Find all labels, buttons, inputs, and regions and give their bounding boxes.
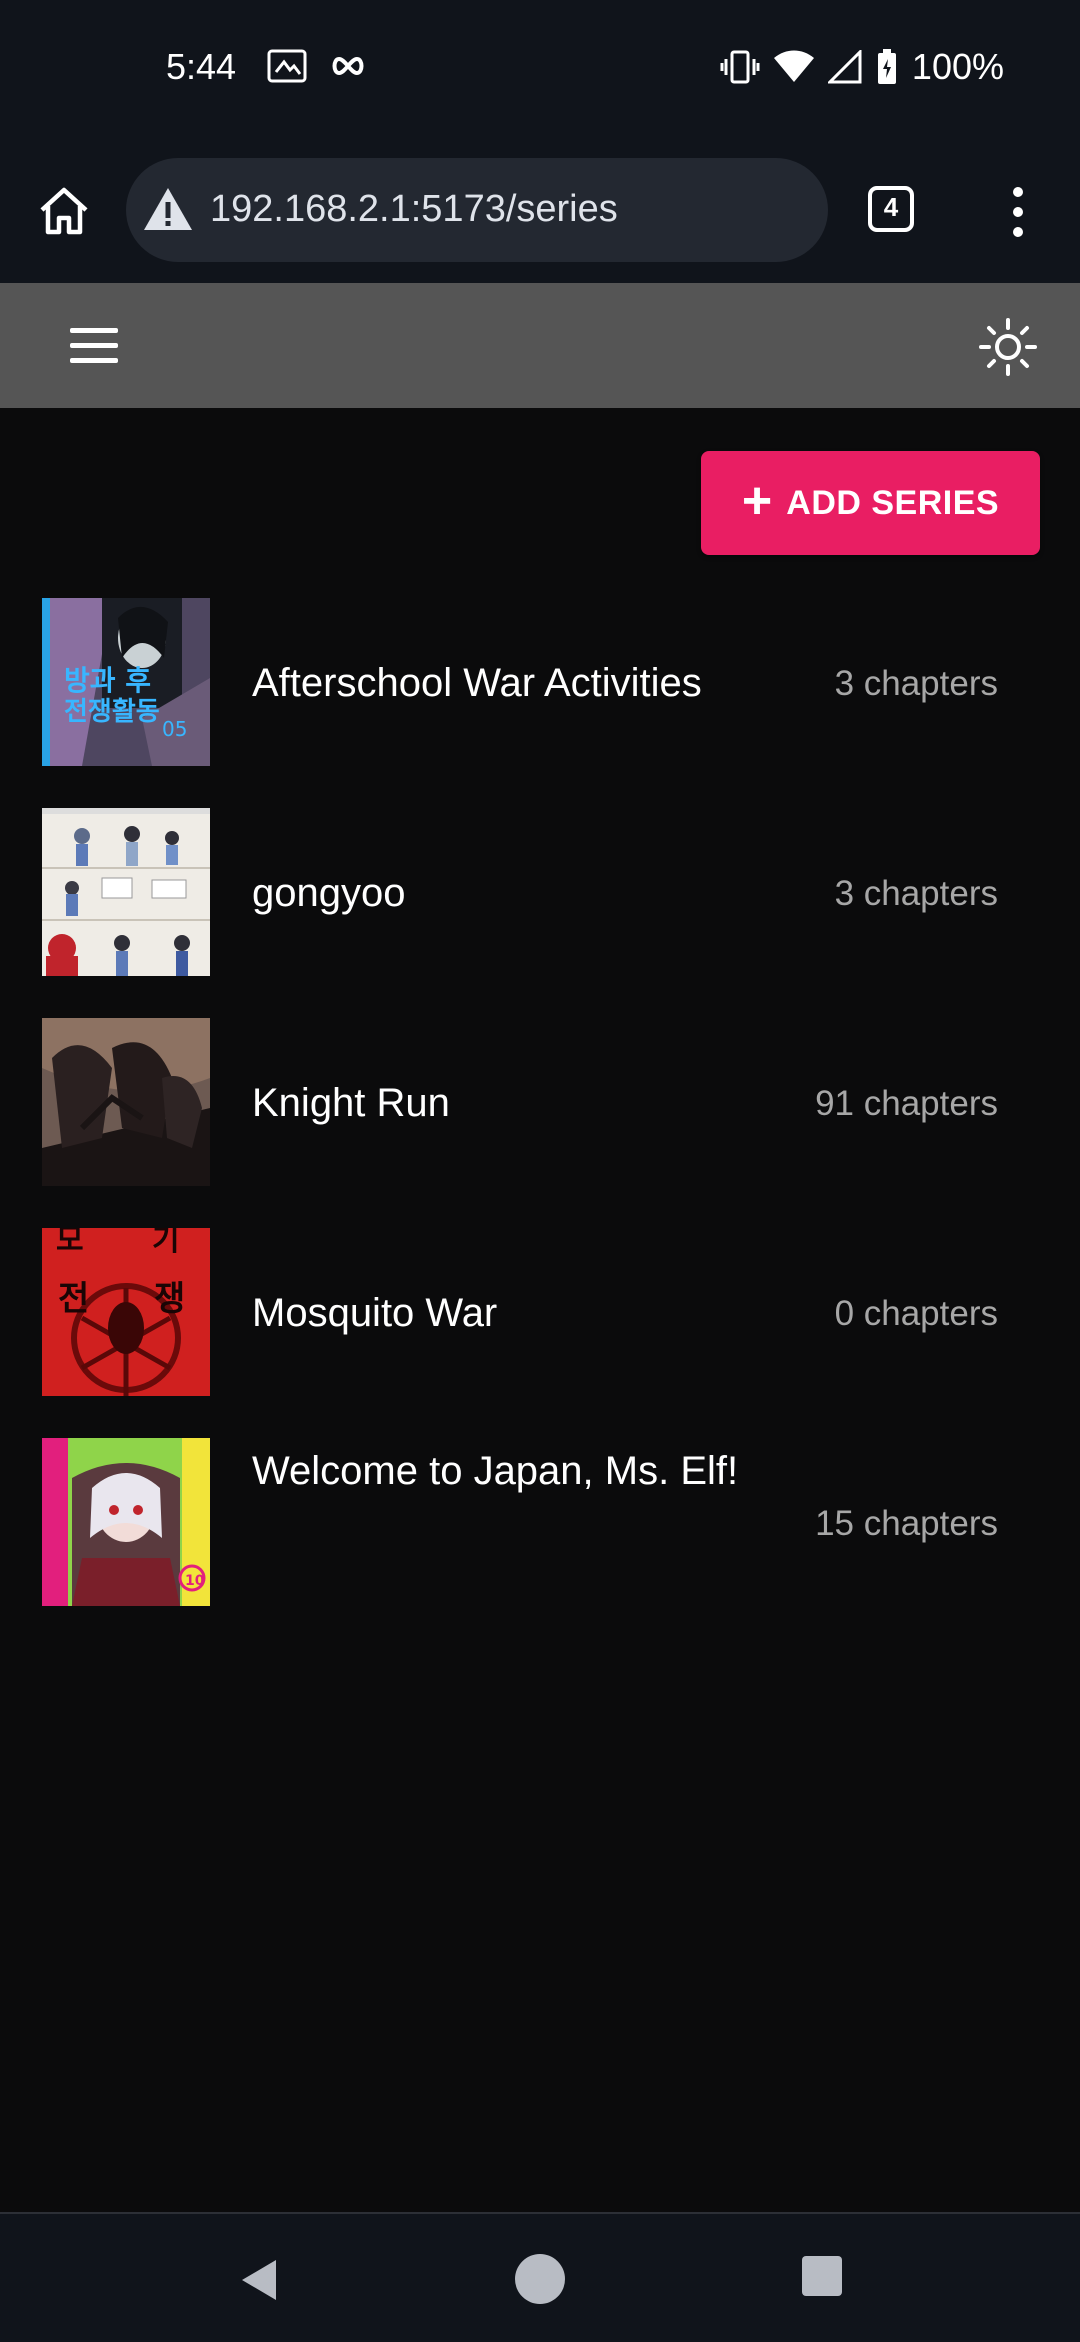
series-title[interactable]: Knight Run bbox=[252, 1072, 772, 1134]
series-cover: 방과 후 전쟁활동 05 bbox=[42, 598, 210, 766]
series-list: 방과 후 전쟁활동 05 Afterschool War Activities … bbox=[0, 578, 1080, 1628]
tab-count: 4 bbox=[883, 192, 899, 222]
plus-icon: + bbox=[741, 472, 773, 530]
add-series-label: ADD SERIES bbox=[786, 483, 1000, 522]
screenshot-icon bbox=[267, 49, 307, 83]
vibrate-icon bbox=[720, 50, 760, 84]
svg-text:05: 05 bbox=[162, 717, 187, 741]
home-nav-icon[interactable] bbox=[515, 2254, 565, 2304]
hamburger-icon[interactable] bbox=[66, 323, 122, 369]
svg-text:10: 10 bbox=[185, 1573, 205, 1589]
address-bar[interactable]: 192.168.2.1:5173/series bbox=[126, 158, 828, 262]
series-row[interactable]: 방과 후 전쟁활동 05 Afterschool War Activities … bbox=[0, 578, 1080, 788]
back-icon[interactable] bbox=[236, 2256, 284, 2304]
battery-percent: 100% bbox=[911, 46, 1004, 87]
svg-text:모: 모 bbox=[56, 1228, 84, 1258]
svg-text:방과 후: 방과 후 bbox=[64, 664, 151, 697]
system-nav-bar bbox=[0, 2212, 1080, 2342]
series-cover: 모 기 전 쟁 bbox=[42, 1228, 210, 1396]
series-row[interactable]: gongyoo 3 chapters bbox=[0, 788, 1080, 998]
infinity-icon bbox=[332, 56, 364, 76]
warning-icon[interactable] bbox=[140, 182, 196, 238]
series-cover: 10 bbox=[42, 1438, 210, 1606]
url-text[interactable]: 192.168.2.1:5173/series bbox=[210, 188, 618, 231]
signal-icon bbox=[827, 50, 862, 84]
chapter-count: 3 chapters bbox=[834, 664, 998, 703]
chapter-count: 3 chapters bbox=[834, 874, 998, 913]
recents-icon[interactable] bbox=[802, 2256, 842, 2296]
chapter-count: 15 chapters bbox=[815, 1504, 998, 1543]
svg-text:쟁: 쟁 bbox=[154, 1279, 185, 1319]
series-title[interactable]: gongyoo bbox=[252, 862, 772, 924]
series-row[interactable]: 모 기 전 쟁 Mosquito War 0 chapters bbox=[0, 1208, 1080, 1418]
svg-text:기: 기 bbox=[152, 1228, 180, 1258]
series-cover bbox=[42, 1018, 210, 1186]
series-title[interactable]: Afterschool War Activities bbox=[252, 652, 772, 714]
series-title[interactable]: Welcome to Japan, Ms. Elf! bbox=[252, 1440, 772, 1502]
status-left-icons bbox=[266, 48, 366, 84]
series-row[interactable]: Knight Run 91 chapters bbox=[0, 998, 1080, 1208]
series-title[interactable]: Mosquito War bbox=[252, 1282, 772, 1344]
browser-toolbar: 192.168.2.1:5173/series 4 bbox=[0, 140, 1080, 283]
status-time: 5:44 bbox=[166, 46, 237, 87]
series-cover bbox=[42, 808, 210, 976]
sun-icon[interactable] bbox=[978, 317, 1038, 377]
svg-text:전쟁활동: 전쟁활동 bbox=[64, 697, 160, 727]
tabs-button[interactable]: 4 bbox=[866, 184, 916, 234]
status-bar: 5:44 100% bbox=[0, 0, 1080, 140]
wifi-icon bbox=[773, 50, 814, 82]
more-vert-icon[interactable] bbox=[1000, 184, 1036, 240]
svg-text:전: 전 bbox=[58, 1279, 89, 1319]
chapter-count: 0 chapters bbox=[834, 1294, 998, 1333]
series-row[interactable]: 10 Welcome to Japan, Ms. Elf! 15 chapter… bbox=[0, 1418, 1080, 1628]
chapter-count: 91 chapters bbox=[815, 1084, 998, 1123]
battery-charging-icon bbox=[877, 49, 896, 84]
app-header bbox=[0, 283, 1080, 408]
add-series-button[interactable]: + ADD SERIES bbox=[701, 451, 1040, 555]
home-icon[interactable] bbox=[36, 182, 92, 238]
status-right: 100% bbox=[720, 46, 1004, 88]
